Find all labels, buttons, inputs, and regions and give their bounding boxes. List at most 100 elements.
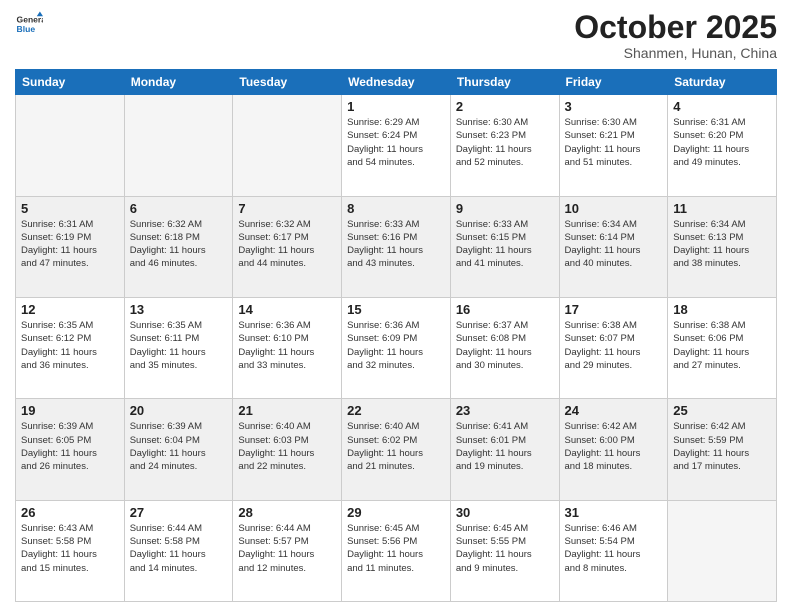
day-info: Sunrise: 6:33 AM Sunset: 6:15 PM Dayligh…: [456, 218, 554, 271]
header-tuesday: Tuesday: [233, 70, 342, 95]
table-row: 13 Sunrise: 6:35 AM Sunset: 6:11 PM Dayli…: [124, 297, 233, 398]
logo-icon: General Blue: [15, 10, 43, 38]
day-number: 5: [21, 201, 119, 216]
day-number: 29: [347, 505, 445, 520]
day-info: Sunrise: 6:40 AM Sunset: 6:03 PM Dayligh…: [238, 420, 336, 473]
day-number: 19: [21, 403, 119, 418]
table-row: 22Sunrise: 6:40 AM Sunset: 6:02 PM Dayli…: [342, 399, 451, 500]
table-row: 24 Sunrise: 6:42 AM Sunset: 6:00 PM Dayli…: [559, 399, 668, 500]
day-info: Sunrise: 6:42 AM Sunset: 6:00 PM Dayligh…: [565, 420, 663, 473]
day-info: Sunrise: 6:38 AM Sunset: 6:06 PM Dayligh…: [673, 319, 771, 372]
table-row: 25 Sunrise: 6:42 AM Sunset: 5:59 PM Dayli…: [668, 399, 777, 500]
day-info: Sunrise: 6:33 AM Sunset: 6:16 PM Dayligh…: [347, 218, 445, 271]
day-number: 28: [238, 505, 336, 520]
table-row: 12 Sunrise: 6:35 AM Sunset: 6:12 PM Dayli…: [16, 297, 125, 398]
table-row: 23 Sunrise: 6:41 AM Sunset: 6:01 PM Dayli…: [450, 399, 559, 500]
day-info: Sunrise: 6:42 AM Sunset: 5:59 PM Dayligh…: [673, 420, 771, 473]
day-info: Sunrise: 6:45 AM Sunset: 5:56 PM Dayligh…: [347, 522, 445, 575]
day-number: 31: [565, 505, 663, 520]
table-row: 2 Sunrise: 6:30 AM Sunset: 6:23 PM Daylig…: [450, 95, 559, 196]
calendar-week-row: 5 Sunrise: 6:31 AM Sunset: 6:19 PM Daylig…: [16, 196, 777, 297]
day-number: 12: [21, 302, 119, 317]
day-number: 11: [673, 201, 771, 216]
day-number: 21: [238, 403, 336, 418]
table-row: [233, 95, 342, 196]
header-sunday: Sunday: [16, 70, 125, 95]
day-info: Sunrise: 6:44 AM Sunset: 5:57 PM Dayligh…: [238, 522, 336, 575]
day-info: Sunrise: 6:44 AM Sunset: 5:58 PM Dayligh…: [130, 522, 228, 575]
table-row: 8 Sunrise: 6:33 AM Sunset: 6:16 PM Daylig…: [342, 196, 451, 297]
table-row: 29 Sunrise: 6:45 AM Sunset: 5:56 PM Dayli…: [342, 500, 451, 601]
day-number: 4: [673, 99, 771, 114]
header-wednesday: Wednesday: [342, 70, 451, 95]
page-header: General Blue October 2025 Shanmen, Hunan…: [15, 10, 777, 61]
day-number: 30: [456, 505, 554, 520]
day-info: Sunrise: 6:32 AM Sunset: 6:18 PM Dayligh…: [130, 218, 228, 271]
calendar-week-row: 26 Sunrise: 6:43 AM Sunset: 5:58 PM Dayli…: [16, 500, 777, 601]
table-row: 16Sunrise: 6:37 AM Sunset: 6:08 PM Dayli…: [450, 297, 559, 398]
day-info: Sunrise: 6:46 AM Sunset: 5:54 PM Dayligh…: [565, 522, 663, 575]
calendar-header-row: Sunday Monday Tuesday Wednesday Thursday…: [16, 70, 777, 95]
table-row: 28 Sunrise: 6:44 AM Sunset: 5:57 PM Dayli…: [233, 500, 342, 601]
day-number: 15: [347, 302, 445, 317]
header-monday: Monday: [124, 70, 233, 95]
table-row: 7Sunrise: 6:32 AM Sunset: 6:17 PM Daylig…: [233, 196, 342, 297]
day-info: Sunrise: 6:43 AM Sunset: 5:58 PM Dayligh…: [21, 522, 119, 575]
day-info: Sunrise: 6:39 AM Sunset: 6:04 PM Dayligh…: [130, 420, 228, 473]
day-number: 3: [565, 99, 663, 114]
calendar-week-row: 1Sunrise: 6:29 AM Sunset: 6:24 PM Daylig…: [16, 95, 777, 196]
table-row: 4 Sunrise: 6:31 AM Sunset: 6:20 PM Daylig…: [668, 95, 777, 196]
day-info: Sunrise: 6:38 AM Sunset: 6:07 PM Dayligh…: [565, 319, 663, 372]
table-row: 31 Sunrise: 6:46 AM Sunset: 5:54 PM Dayli…: [559, 500, 668, 601]
location-subtitle: Shanmen, Hunan, China: [574, 45, 777, 61]
table-row: [124, 95, 233, 196]
table-row: 1Sunrise: 6:29 AM Sunset: 6:24 PM Daylig…: [342, 95, 451, 196]
table-row: 21 Sunrise: 6:40 AM Sunset: 6:03 PM Dayli…: [233, 399, 342, 500]
table-row: 27 Sunrise: 6:44 AM Sunset: 5:58 PM Dayli…: [124, 500, 233, 601]
day-info: Sunrise: 6:34 AM Sunset: 6:14 PM Dayligh…: [565, 218, 663, 271]
day-info: Sunrise: 6:31 AM Sunset: 6:20 PM Dayligh…: [673, 116, 771, 169]
day-info: Sunrise: 6:36 AM Sunset: 6:09 PM Dayligh…: [347, 319, 445, 372]
table-row: 30 Sunrise: 6:45 AM Sunset: 5:55 PM Dayli…: [450, 500, 559, 601]
day-number: 27: [130, 505, 228, 520]
table-row: 18 Sunrise: 6:38 AM Sunset: 6:06 PM Dayli…: [668, 297, 777, 398]
day-number: 7: [238, 201, 336, 216]
day-number: 20: [130, 403, 228, 418]
table-row: [16, 95, 125, 196]
day-number: 9: [456, 201, 554, 216]
table-row: 20 Sunrise: 6:39 AM Sunset: 6:04 PM Dayli…: [124, 399, 233, 500]
svg-text:Blue: Blue: [17, 24, 36, 34]
day-info: Sunrise: 6:34 AM Sunset: 6:13 PM Dayligh…: [673, 218, 771, 271]
day-number: 10: [565, 201, 663, 216]
calendar-table: Sunday Monday Tuesday Wednesday Thursday…: [15, 69, 777, 602]
day-number: 18: [673, 302, 771, 317]
title-block: October 2025 Shanmen, Hunan, China: [574, 10, 777, 61]
table-row: 5 Sunrise: 6:31 AM Sunset: 6:19 PM Daylig…: [16, 196, 125, 297]
header-thursday: Thursday: [450, 70, 559, 95]
day-number: 2: [456, 99, 554, 114]
day-info: Sunrise: 6:30 AM Sunset: 6:23 PM Dayligh…: [456, 116, 554, 169]
table-row: 11 Sunrise: 6:34 AM Sunset: 6:13 PM Dayli…: [668, 196, 777, 297]
day-info: Sunrise: 6:37 AM Sunset: 6:08 PM Dayligh…: [456, 319, 554, 372]
day-info: Sunrise: 6:35 AM Sunset: 6:11 PM Dayligh…: [130, 319, 228, 372]
day-info: Sunrise: 6:41 AM Sunset: 6:01 PM Dayligh…: [456, 420, 554, 473]
day-info: Sunrise: 6:31 AM Sunset: 6:19 PM Dayligh…: [21, 218, 119, 271]
day-number: 26: [21, 505, 119, 520]
day-number: 24: [565, 403, 663, 418]
table-row: 10 Sunrise: 6:34 AM Sunset: 6:14 PM Dayli…: [559, 196, 668, 297]
table-row: [668, 500, 777, 601]
calendar-week-row: 19 Sunrise: 6:39 AM Sunset: 6:05 PM Dayli…: [16, 399, 777, 500]
table-row: 14Sunrise: 6:36 AM Sunset: 6:10 PM Dayli…: [233, 297, 342, 398]
table-row: 15 Sunrise: 6:36 AM Sunset: 6:09 PM Dayli…: [342, 297, 451, 398]
day-info: Sunrise: 6:40 AM Sunset: 6:02 PM Dayligh…: [347, 420, 445, 473]
day-number: 23: [456, 403, 554, 418]
day-number: 25: [673, 403, 771, 418]
day-number: 8: [347, 201, 445, 216]
table-row: 6 Sunrise: 6:32 AM Sunset: 6:18 PM Daylig…: [124, 196, 233, 297]
day-number: 13: [130, 302, 228, 317]
day-info: Sunrise: 6:35 AM Sunset: 6:12 PM Dayligh…: [21, 319, 119, 372]
day-info: Sunrise: 6:39 AM Sunset: 6:05 PM Dayligh…: [21, 420, 119, 473]
day-info: Sunrise: 6:45 AM Sunset: 5:55 PM Dayligh…: [456, 522, 554, 575]
day-number: 6: [130, 201, 228, 216]
calendar-week-row: 12 Sunrise: 6:35 AM Sunset: 6:12 PM Dayli…: [16, 297, 777, 398]
